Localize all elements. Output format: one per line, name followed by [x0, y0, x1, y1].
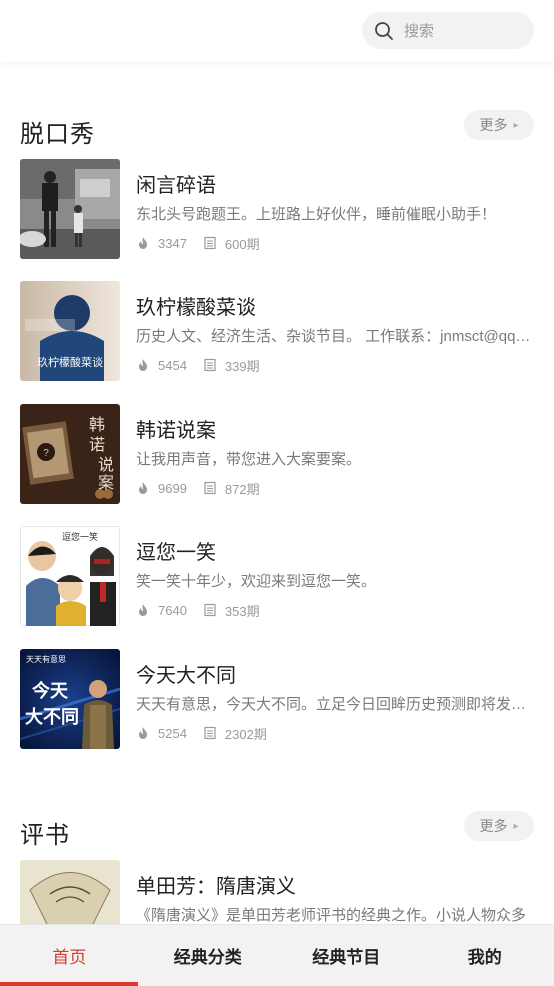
list-item[interactable]: 玖柠檬酸菜谈 玖柠檬酸菜谈 历史人文、经济生活、杂谈节目。 工作联系：jnmsc… — [0, 281, 554, 381]
list-icon — [204, 236, 216, 250]
cover-image: 天天有意思 今天 大不同 — [20, 649, 120, 749]
cover-text-main2: 大不同 — [25, 706, 79, 728]
list-icon — [204, 481, 216, 495]
chevron-right-icon: ▸ — [513, 119, 519, 131]
item-stats: 5454 339期 — [136, 355, 260, 375]
tab-home[interactable]: 首页 — [0, 925, 139, 986]
section-title: 评书 — [20, 822, 70, 849]
cover-text-top: 天天有意思 — [26, 654, 66, 664]
list-item[interactable]: 天天有意思 今天 大不同 今天大不同 天天有意思，今天大不同。立足今日回眸历史预… — [0, 649, 554, 749]
cover-text: 玖柠檬酸菜谈 — [37, 355, 103, 369]
play-count: 9699 — [158, 480, 187, 496]
cover-image: 玖柠檬酸菜谈 — [20, 281, 120, 381]
search-box[interactable]: 搜索 — [362, 12, 534, 49]
play-count: 5254 — [158, 725, 187, 741]
cover-image: ? 韩 诺 说 案 — [20, 404, 120, 504]
svg-text:诺: 诺 — [89, 435, 105, 454]
play-count: 3347 — [158, 235, 187, 251]
cover-text-main1: 今天 — [32, 680, 69, 702]
item-stats: 7640 353期 — [136, 600, 260, 620]
item-description: 《隋唐演义》是单田芳老师评书的经典之作。小说人物众多 — [136, 907, 527, 924]
active-tab-indicator — [0, 982, 138, 986]
more-button[interactable]: 更多 ▸ — [464, 110, 534, 140]
top-bar: 搜索 — [0, 0, 554, 62]
cover-text: 逗您一笑 — [62, 531, 98, 543]
tab-label: 首页 — [52, 948, 87, 967]
flame-icon — [139, 237, 147, 249]
section-header: 评书 更多 ▸ — [0, 811, 554, 851]
svg-text:案: 案 — [98, 473, 114, 492]
episode-count: 872期 — [224, 481, 260, 497]
flame-icon — [139, 604, 147, 616]
item-description: 天天有意思，今天大不同。立足今日回眸历史预测即将发生的事 — [136, 696, 534, 713]
item-title: 单田芳：隋唐演义 — [136, 876, 296, 898]
svg-text:?: ? — [43, 448, 49, 459]
more-label: 更多 — [479, 117, 508, 133]
list-item[interactable]: ? 韩 诺 说 案 韩诺说案 让我用声音，带您进入大案要案。 9699 872期 — [0, 404, 554, 504]
item-description: 笑一笑十年少，欢迎来到逗您一笑。 — [136, 573, 377, 590]
list-item[interactable]: 逗您一笑 逗您一笑 笑一笑十年少，欢迎来到逗您一笑。 7640 353期 — [0, 526, 554, 626]
list-icon — [204, 726, 216, 740]
item-title: 韩诺说案 — [136, 420, 216, 442]
section-header: 脱口秀 更多 ▸ — [0, 110, 554, 150]
tab-mine[interactable]: 我的 — [416, 925, 554, 986]
episode-count: 353期 — [224, 603, 260, 619]
search-icon — [375, 21, 393, 40]
bottom-tab-bar: 首页 经典分类 经典节目 我的 — [0, 924, 554, 986]
episode-count: 2302期 — [224, 726, 267, 742]
flame-icon — [139, 359, 147, 371]
list-item[interactable]: 闲言碎语 东北头号跑题王。上班路上好伙伴，睡前催眠小助手！ 3347 600期 — [0, 159, 554, 259]
main-content: 脱口秀 更多 ▸ 闲言碎语 东北头号跑题王。上班路上好伙伴，睡前催眠小助手！ 3… — [0, 62, 554, 924]
item-title: 闲言碎语 — [136, 175, 216, 197]
tab-label: 我的 — [467, 948, 502, 967]
tab-label: 经典节目 — [312, 948, 381, 967]
cover-image: 逗您一笑 — [20, 526, 120, 626]
item-title: 玖柠檬酸菜谈 — [136, 297, 256, 319]
item-stats: 5254 2302期 — [136, 723, 267, 743]
more-label: 更多 — [479, 818, 508, 834]
tab-programs[interactable]: 经典节目 — [277, 925, 416, 986]
item-stats: 9699 872期 — [136, 478, 260, 498]
item-title: 今天大不同 — [136, 665, 236, 687]
section-talkshow: 脱口秀 更多 ▸ — [0, 110, 554, 150]
tab-label: 经典分类 — [173, 948, 242, 967]
search-placeholder: 搜索 — [404, 23, 435, 40]
play-count: 5454 — [158, 357, 187, 373]
item-title: 逗您一笑 — [136, 542, 216, 564]
cover-image — [20, 159, 120, 259]
flame-icon — [139, 482, 147, 494]
cover-text-1: 韩 — [89, 415, 105, 434]
item-description: 历史人文、经济生活、杂谈节目。 工作联系：jnmsct@qq.com — [136, 328, 534, 345]
section-title: 脱口秀 — [20, 121, 95, 148]
more-button[interactable]: 更多 ▸ — [464, 811, 534, 841]
list-icon — [204, 358, 216, 372]
list-item[interactable]: 隋 单田芳：隋唐演义 《隋唐演义》是单田芳老师评书的经典之作。小说人物众多 — [0, 860, 554, 924]
episode-count: 600期 — [224, 236, 260, 252]
item-description: 让我用声音，带您进入大案要案。 — [136, 451, 362, 468]
cover-image: 隋 — [20, 860, 120, 924]
section-storytelling: 评书 更多 ▸ — [0, 811, 554, 851]
svg-text:说: 说 — [98, 455, 114, 474]
item-description: 东北头号跑题王。上班路上好伙伴，睡前催眠小助手！ — [136, 206, 497, 223]
tab-categories[interactable]: 经典分类 — [139, 925, 278, 986]
flame-icon — [139, 727, 147, 739]
list-icon — [204, 603, 216, 617]
chevron-right-icon: ▸ — [513, 820, 519, 832]
play-count: 7640 — [158, 602, 187, 618]
episode-count: 339期 — [224, 358, 260, 374]
item-stats: 3347 600期 — [136, 233, 260, 253]
